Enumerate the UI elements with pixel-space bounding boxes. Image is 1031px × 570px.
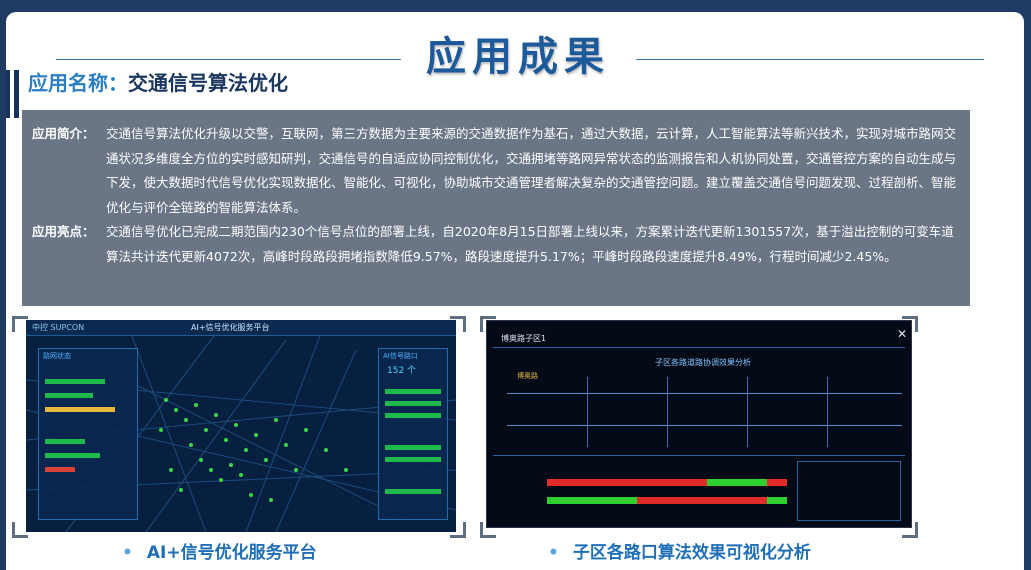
intersection-line [587,377,588,447]
summary-row: 应用简介： 交通信号算法优化升级以交警，互联网，第三方数据为主要来源的交通数据作… [32,122,958,220]
road-label: 博奥路 [517,372,538,380]
signal-points [159,398,348,502]
app-name: 应用名称：交通信号算法优化 [28,67,288,96]
corridor-line [507,425,902,426]
right-panel-title: AI信号路口 [383,352,418,360]
left-caption-text: AI+信号优化服务平台 [146,543,317,563]
timing-bar-green [707,479,767,486]
summary-label: 应用简介： [32,126,95,141]
bullet-icon: • [548,543,559,563]
divider [493,347,905,348]
detail-panel [797,461,901,521]
right-caption: • 子区各路口算法效果可视化分析 [548,538,811,563]
app-name-value: 交通信号算法优化 [128,71,288,95]
platform-screenshot: 中控 SUPCON AI+信号优化服务平台 路网状态 AI信号路口 152 个 [26,320,456,532]
right-signal-panel: AI信号路口 152 个 [378,348,448,520]
app-name-label: 应用名称： [28,71,128,95]
analysis-screenshot: 博奥路子区1 ✕ 子区各路道路协调效果分析 博奥路 [486,320,912,528]
panel-title: 路网状态 [43,352,71,360]
left-status-panel: 路网状态 [38,348,138,520]
intersection-line [827,377,828,447]
status-bar [45,379,105,384]
header-divider-left [56,59,401,60]
close-icon[interactable]: ✕ [897,327,907,341]
status-bar [45,393,93,398]
timing-bar-red [767,479,787,486]
chart-title: 子区各路道路协调效果分析 [655,358,751,367]
status-bar [45,453,100,458]
signal-bar [385,489,441,494]
corridor-line [507,393,902,394]
app-accent-bar [14,70,19,118]
signal-bar [385,389,441,394]
status-bar [45,467,75,472]
page-title: 应用成果 [426,34,610,80]
timing-bar-red [547,479,707,486]
brand-logo: 中控 SUPCON [32,323,85,332]
status-bar [45,407,115,412]
left-caption: • AI+信号优化服务平台 [122,538,317,563]
platform-topbar: 中控 SUPCON AI+信号优化服务平台 [26,320,456,336]
signal-bar [385,445,441,450]
timing-bar-green [767,497,787,504]
intro-box: 应用简介： 交通信号算法优化升级以交警，互联网，第三方数据为主要来源的交通数据作… [22,110,970,306]
signal-bar [385,413,441,418]
right-caption-text: 子区各路口算法效果可视化分析 [572,543,811,563]
window-title: 博奥路子区1 [501,334,547,343]
highlight-row: 应用亮点： 交通信号优化已完成二期范围内230个信号点位的部署上线，自2020年… [32,220,958,269]
highlight-label: 应用亮点： [32,224,95,239]
signal-bar [385,401,441,406]
app-accent-bar [6,70,10,118]
divider [493,455,905,456]
signal-bar [385,457,441,462]
intersection-line [667,377,668,447]
status-bar [45,439,85,444]
platform-title: AI+信号优化服务平台 [191,323,270,332]
summary-text: 交通信号算法优化升级以交警，互联网，第三方数据为主要来源的交通数据作为基石，通过… [106,126,957,215]
timing-bar-green [547,497,637,504]
bullet-icon: • [122,543,133,563]
header-divider-right [636,59,984,60]
intersection-line [747,377,748,447]
timing-bar-red [637,497,767,504]
highlight-text: 交通信号优化已完成二期范围内230个信号点位的部署上线，自2020年8月15日部… [106,224,954,264]
signal-count: 152 个 [387,366,417,376]
